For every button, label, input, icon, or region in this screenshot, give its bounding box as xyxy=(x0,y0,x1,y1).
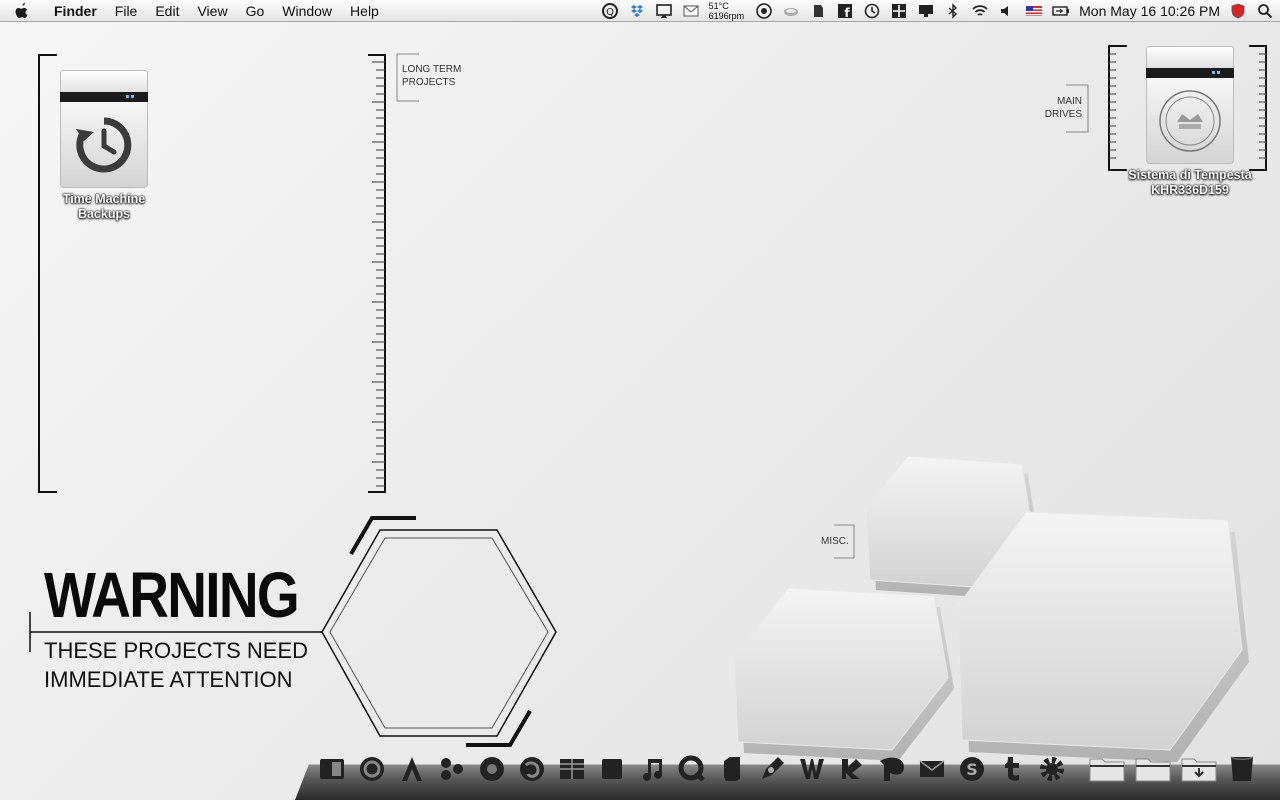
folder-documents-icon[interactable] xyxy=(1134,753,1172,785)
drive-seal-emblem xyxy=(1159,89,1221,152)
warning-hexagon-outer xyxy=(321,529,557,737)
svg-text:S: S xyxy=(966,760,978,779)
folder-applications-icon[interactable] xyxy=(1088,753,1126,785)
square-app-icon[interactable] xyxy=(596,753,628,785)
itunes-icon[interactable] xyxy=(636,753,668,785)
trash-icon[interactable] xyxy=(1226,753,1258,785)
time-machine-desktop-icon[interactable]: Time Machine Backups xyxy=(40,70,168,222)
folder-downloads-icon[interactable] xyxy=(1180,753,1218,785)
warning-line-1: THESE PROJECTS NEED xyxy=(44,638,309,663)
misc-label: MISC. xyxy=(821,536,849,547)
warning-title: WARNING xyxy=(44,559,300,631)
grid-app-icon[interactable] xyxy=(556,753,588,785)
long-term-projects-label: LONG TERM PROJECTS xyxy=(402,64,462,88)
firefox-icon[interactable] xyxy=(516,753,548,785)
main-drive-label: Sistema di Tempesta KHR336D159 xyxy=(1128,168,1252,197)
time-machine-drive-icon xyxy=(60,70,148,190)
hex-app-icon[interactable] xyxy=(436,753,468,785)
app-store-icon[interactable] xyxy=(396,753,428,785)
sketch-icon[interactable] xyxy=(836,753,868,785)
pages-icon[interactable] xyxy=(876,753,908,785)
main-drives-label: MAIN DRIVES xyxy=(1044,96,1082,120)
main-drive-desktop-icon[interactable]: Sistema di Tempesta KHR336D159 xyxy=(1120,46,1260,198)
quicktime-icon[interactable] xyxy=(676,753,708,785)
finder-icon[interactable] xyxy=(316,753,348,785)
mail-icon[interactable] xyxy=(916,753,948,785)
ruler-bracket xyxy=(368,54,386,493)
hexagon-accent-top xyxy=(349,516,416,556)
time-machine-label: Time Machine Backups xyxy=(62,192,146,221)
word-icon[interactable] xyxy=(796,753,828,785)
hard-drive-icon xyxy=(1146,46,1234,166)
chrome-icon[interactable] xyxy=(476,753,508,785)
hex-plate-left xyxy=(733,587,954,761)
skype-icon[interactable]: S xyxy=(956,753,988,785)
time-machine-clock-icon xyxy=(76,117,132,172)
warning-hexagon-inner xyxy=(329,537,549,729)
system-preferences-icon[interactable] xyxy=(1036,753,1068,785)
ruler-ticks xyxy=(372,61,385,487)
evernote-icon[interactable] xyxy=(716,753,748,785)
safari-icon[interactable] xyxy=(356,753,388,785)
hex-plate-right xyxy=(957,511,1249,762)
tumblr-icon[interactable] xyxy=(996,753,1028,785)
dock: S xyxy=(316,752,1258,786)
pen-icon[interactable] xyxy=(756,753,788,785)
warning-line-2: IMMEDIATE ATTENTION xyxy=(44,667,293,692)
